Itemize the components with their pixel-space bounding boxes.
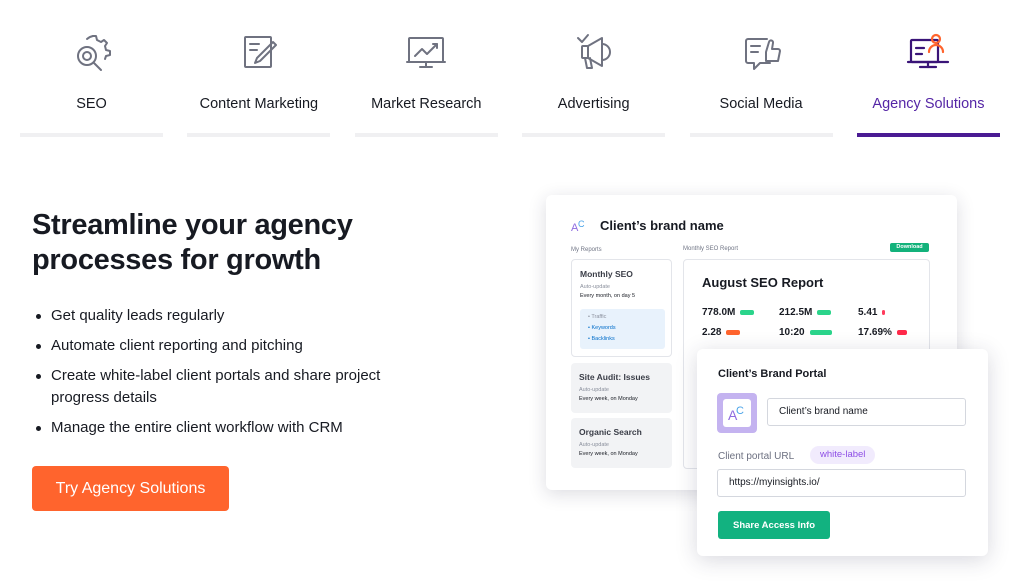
metric: 2.28	[702, 327, 741, 338]
brand-name: Client’s brand name	[600, 218, 724, 233]
report-title: Organic Search	[579, 427, 642, 437]
try-agency-solutions-button[interactable]: Try Agency Solutions	[32, 466, 229, 511]
report-heading: August SEO Report	[702, 275, 824, 290]
report-item-organic-search[interactable]: Organic Search Auto-update Every week, o…	[571, 418, 672, 468]
portal-url-field[interactable]: https://myinsights.io/	[717, 469, 966, 497]
report-schedule-type: Auto-update	[579, 387, 609, 393]
report-item-site-audit[interactable]: Site Audit: Issues Auto-update Every wee…	[571, 363, 672, 413]
report-schedule-type: Auto-update	[579, 442, 609, 448]
tab-indicator	[522, 133, 666, 137]
metric: 212.5M	[779, 307, 832, 318]
tab-indicator	[187, 133, 331, 137]
seo-gear-search-icon	[70, 30, 114, 74]
svg-text:C: C	[578, 219, 585, 229]
tab-label: Agency Solutions	[872, 96, 985, 112]
metric: 5.41	[858, 307, 886, 318]
category-tabs: SEO Content Marketing Market Research Ad…	[20, 0, 1000, 140]
benefits-list: Get quality leads regularly Automate cli…	[32, 305, 432, 447]
monthly-report-label: Monthly SEO Report	[683, 246, 739, 252]
portal-logo-upload[interactable]: A C	[717, 393, 757, 433]
tab-agency-solutions[interactable]: Agency Solutions	[856, 0, 1000, 140]
presentation-chart-icon	[404, 30, 448, 74]
benefit-item: Automate client reporting and pitching	[32, 335, 432, 357]
tab-indicator	[354, 133, 498, 137]
benefit-item: Get quality leads regularly	[32, 305, 432, 327]
megaphone-icon	[572, 30, 616, 74]
share-access-info-button[interactable]: Share Access Info	[718, 511, 830, 539]
benefit-item: Create white-label client portals and sh…	[32, 365, 432, 409]
edit-document-icon	[237, 30, 281, 74]
report-sections: • Traffic • Keywords • Backlinks	[580, 309, 665, 349]
report-item-monthly-seo[interactable]: Monthly SEO Auto-update Every month, on …	[571, 259, 672, 357]
section-link-keywords[interactable]: • Keywords	[588, 325, 616, 331]
brand-logo-icon: A C	[571, 217, 589, 235]
report-title: Monthly SEO	[580, 269, 633, 279]
hero-title: Streamline your agency processes for gro…	[32, 209, 353, 276]
section-link-traffic[interactable]: • Traffic	[588, 314, 606, 320]
download-button[interactable]: Download	[890, 243, 929, 252]
chat-thumbs-up-icon	[739, 30, 783, 74]
portal-url-label: Client portal URL	[718, 451, 795, 462]
metric-swatch	[726, 330, 741, 335]
portal-title: Client’s Brand Portal	[718, 368, 827, 380]
report-schedule: Every month, on day 5	[580, 293, 636, 299]
tab-label: SEO	[76, 96, 107, 112]
portal-logo-icon: A C	[723, 399, 751, 427]
tab-content-marketing[interactable]: Content Marketing	[187, 0, 331, 140]
benefit-item: Manage the entire client workflow with C…	[32, 417, 432, 439]
metric-swatch	[817, 310, 832, 315]
brand-name-field[interactable]: Client’s brand name	[767, 398, 966, 426]
tab-label: Market Research	[371, 96, 482, 112]
tab-advertising[interactable]: Advertising	[522, 0, 666, 140]
white-label-badge: white-label	[810, 446, 876, 464]
report-title: Site Audit: Issues	[579, 372, 651, 382]
presenter-person-icon	[906, 30, 950, 74]
report-schedule-type: Auto-update	[580, 284, 610, 290]
svg-text:C: C	[736, 405, 744, 417]
tab-market-research[interactable]: Market Research	[354, 0, 498, 140]
metric-swatch	[882, 310, 886, 315]
metric: 10:20	[779, 327, 832, 338]
my-reports-label: My Reports	[571, 247, 602, 253]
report-schedule: Every week, on Monday	[579, 451, 638, 457]
metric: 17.69%	[858, 327, 907, 338]
tab-seo[interactable]: SEO	[20, 0, 163, 140]
tab-active-indicator	[856, 133, 1000, 137]
metric: 778.0M	[702, 307, 755, 318]
tab-label: Social Media	[719, 96, 803, 112]
tab-indicator	[20, 133, 163, 137]
metric-swatch	[809, 330, 832, 335]
tab-indicator	[689, 133, 833, 137]
brand-portal-card: Client’s Brand Portal A C Client’s brand…	[697, 349, 988, 556]
metric-swatch	[740, 310, 755, 315]
metric-swatch	[896, 330, 907, 335]
section-link-backlinks[interactable]: • Backlinks	[588, 336, 615, 342]
tab-social-media[interactable]: Social Media	[689, 0, 833, 140]
tab-label: Advertising	[557, 96, 630, 112]
report-schedule: Every week, on Monday	[579, 396, 638, 402]
tab-label: Content Marketing	[199, 96, 319, 112]
